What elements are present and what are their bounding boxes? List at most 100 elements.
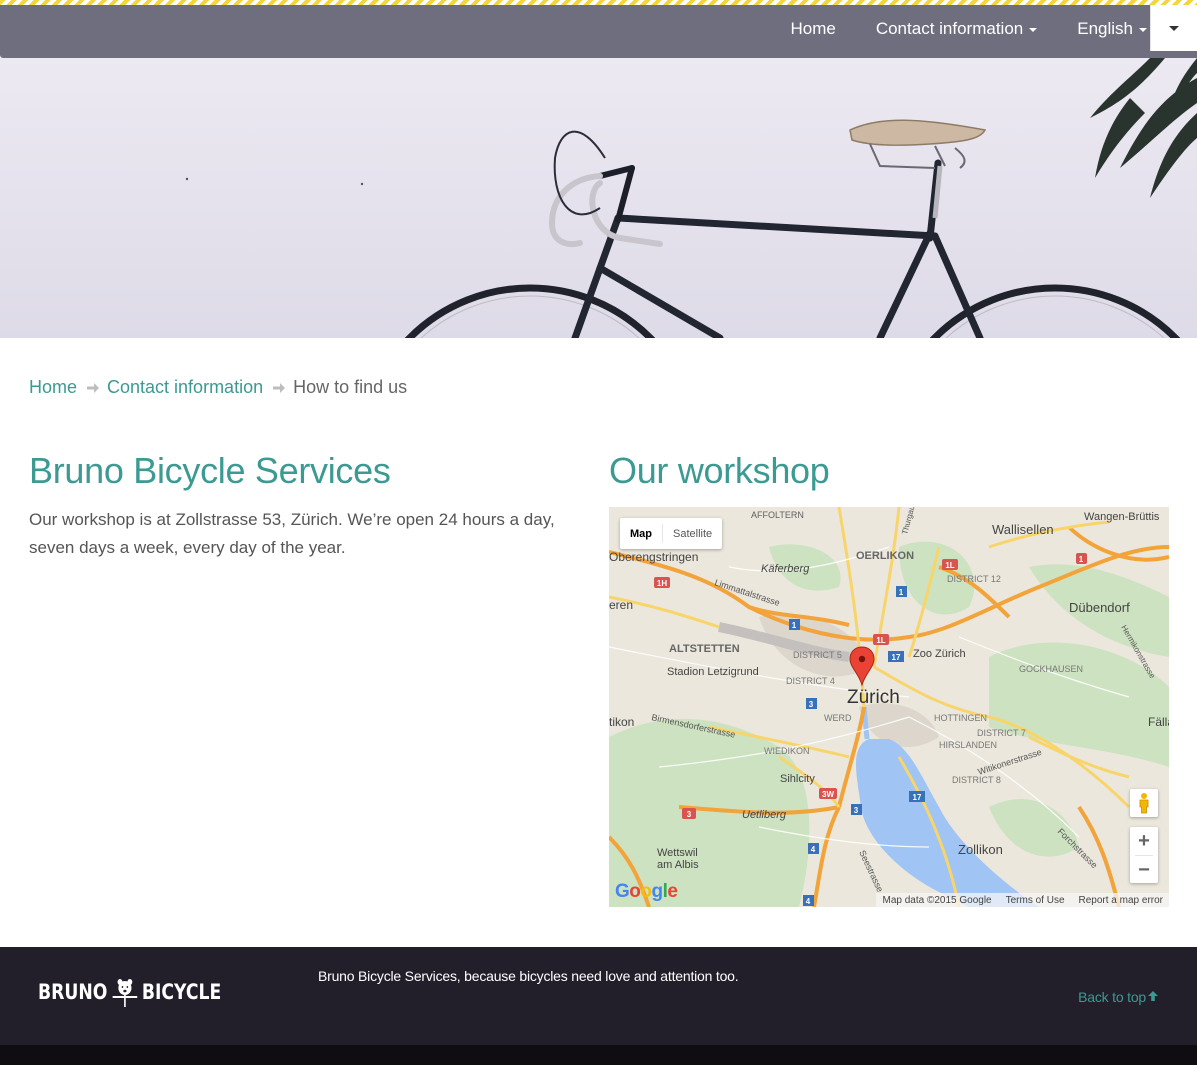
map-label: WERD (824, 713, 852, 723)
nav-menu: Home Contact information English (770, 5, 1149, 53)
services-description: Our workshop is at Zollstrasse 53, Züric… (29, 510, 555, 557)
arrow-right-icon (85, 380, 101, 396)
svg-text:1: 1 (792, 621, 797, 630)
google-logo[interactable]: Google (615, 881, 678, 903)
nav-item-label: English (1077, 19, 1133, 38)
map-label: Wangen-Brüttis (1084, 511, 1160, 523)
nav-item-home[interactable]: Home (770, 19, 855, 39)
zoom-in-button[interactable]: + (1130, 827, 1158, 855)
map-label: ALTSTETTEN (669, 643, 740, 655)
report-map-error-link[interactable]: Report a map error (1079, 895, 1163, 906)
back-to-top-link[interactable]: Back to top (1078, 989, 1159, 1005)
services-section: Bruno Bicycle Services Our workshop is a… (29, 450, 574, 562)
road-badge: 3W (819, 788, 837, 799)
road-badge: 1 (896, 586, 907, 597)
svg-text:3: 3 (687, 810, 692, 819)
road-badge: 17 (909, 791, 925, 802)
map-label: AFFOLTERN (751, 510, 804, 520)
page-title: Bruno Bicycle Services (29, 450, 391, 491)
map-label: DISTRICT 5 (793, 650, 842, 660)
road-badge: 17 (888, 651, 904, 662)
workshop-title: Our workshop (609, 450, 830, 491)
map-label: Wettswil (657, 847, 698, 859)
arrow-up-icon (1146, 989, 1159, 1005)
map-label: Sihlcity (780, 773, 815, 785)
map-label: Dübendorf (1069, 600, 1130, 615)
map-label: DISTRICT 8 (952, 775, 1001, 785)
road-badge: 4 (803, 895, 814, 906)
map-label: am Albis (657, 859, 699, 871)
map-label: GOCKHAUSEN (1019, 664, 1083, 674)
arrow-right-icon (271, 380, 287, 396)
map-label: Zollikon (958, 842, 1003, 857)
road-badge: 1 (1076, 553, 1087, 564)
footer-tagline: Bruno Bicycle Services, because bicycles… (318, 968, 739, 984)
logo-text-left: BRUNO (38, 980, 108, 1004)
map-label: WIEDIKON (764, 746, 810, 756)
map-label: Käferberg (761, 563, 810, 575)
svg-text:3: 3 (809, 700, 814, 709)
svg-text:17: 17 (913, 793, 922, 802)
breadcrumb-contact-link[interactable]: Contact information (107, 377, 263, 398)
map-label: Zoo Zürich (913, 648, 966, 660)
hero-banner (0, 58, 1197, 338)
workshop-section: Our workshop (609, 450, 1169, 492)
nav-dropdown-toggle[interactable] (1150, 5, 1197, 51)
terms-of-use-link[interactable]: Terms of Use (1006, 895, 1065, 906)
navbar: Home Contact information English (0, 5, 1197, 58)
map-data-credit: Map data ©2015 Google (882, 894, 992, 906)
footer-bottom-bar (0, 1045, 1197, 1065)
bicycle-image (0, 58, 1197, 338)
map-label: Wallisellen (992, 522, 1054, 537)
road-badge: 1H (654, 577, 670, 588)
caret-down-icon (1029, 28, 1038, 32)
map-label: Fällan (1148, 715, 1169, 729)
svg-text:17: 17 (892, 653, 901, 662)
map-label: OERLIKON (856, 550, 914, 562)
map-label: Stadion Letzigrund (667, 666, 759, 678)
nav-item-label: Home (790, 19, 836, 38)
google-map[interactable]: AFFOLTERN Wallisellen Wangen-Brüttis Obe… (609, 507, 1169, 907)
map-label: DISTRICT 4 (786, 676, 835, 686)
map-label: HOTTINGEN (934, 713, 987, 723)
road-badge: 3 (806, 698, 817, 709)
nav-item-contact-information[interactable]: Contact information (856, 19, 1057, 39)
breadcrumb: Home Contact information How to find us (29, 377, 407, 398)
svg-text:1L: 1L (876, 636, 885, 645)
nav-item-label: Contact information (875, 19, 1024, 38)
map-label: DISTRICT 12 (947, 574, 1001, 584)
svg-text:4: 4 (811, 845, 816, 854)
road-badge: 3 (682, 808, 696, 819)
road-badge: 3 (851, 804, 862, 815)
street-view-pegman-icon[interactable] (1130, 789, 1158, 817)
map-label: DISTRICT 7 (977, 728, 1026, 738)
road-badge: 1L (942, 559, 958, 570)
caret-down-icon (1139, 28, 1147, 32)
map-type-map-button[interactable]: Map (620, 518, 662, 549)
map-label: HIRSLANDEN (939, 740, 997, 750)
svg-text:4: 4 (806, 897, 811, 906)
svg-text:1L: 1L (945, 561, 954, 570)
svg-text:1: 1 (1079, 555, 1084, 564)
svg-text:3: 3 (854, 806, 859, 815)
breadcrumb-home-link[interactable]: Home (29, 377, 77, 398)
map-label: Uetliberg (742, 809, 787, 821)
map-label: Oberengstringen (609, 550, 698, 564)
svg-text:3W: 3W (822, 790, 834, 799)
zoom-out-button[interactable]: − (1130, 856, 1158, 884)
zoom-control: + − (1130, 827, 1158, 883)
svg-text:1: 1 (899, 588, 904, 597)
bruno-bicycle-logo[interactable]: BRUNO BICYCLE (38, 976, 221, 1008)
back-to-top-label: Back to top (1078, 989, 1146, 1005)
svg-text:1H: 1H (657, 579, 667, 588)
road-badge: 4 (808, 843, 819, 854)
map-label: eren (609, 598, 633, 612)
map-city-label: Zürich (847, 687, 900, 708)
bear-icon (111, 976, 139, 1008)
caret-down-icon (1169, 25, 1179, 31)
nav-item-language[interactable]: English (1057, 19, 1149, 39)
map-type-control: Map Satellite (620, 518, 723, 549)
map-type-satellite-button[interactable]: Satellite (663, 518, 722, 549)
map-label: tikon (609, 715, 634, 729)
breadcrumb-current: How to find us (293, 377, 408, 397)
